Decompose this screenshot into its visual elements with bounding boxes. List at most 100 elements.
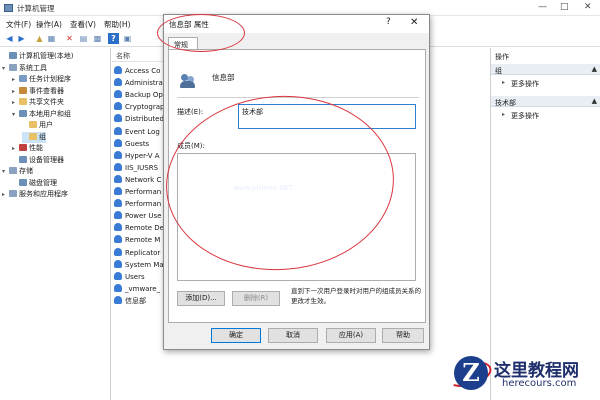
list-item[interactable]: Network C [114,174,161,186]
menu-action[interactable]: 操作(A) [36,19,62,30]
collapse-arrow-icon[interactable]: ▸ [12,74,19,85]
tree-item[interactable]: 设备管理器 [12,155,64,166]
export-icon[interactable]: ▩ [92,33,103,44]
actions-group-header[interactable]: 组 ▲ [491,64,600,75]
tree-item-icon [29,121,37,128]
list-item[interactable]: 信息部 [114,295,146,307]
group-icon [114,259,122,268]
list-item[interactable]: Distributed [114,113,164,125]
list-item[interactable]: Administra [114,77,163,89]
console-tree: 计算机管理(本地) ▾ 系统工具 ▸ 任务计划程序 ▸ 事件查看器 ▸ 共享文件夹 ▾ 本地用户和组… [0,48,111,400]
tree-item-icon [9,167,17,174]
actions-item-header[interactable]: 技术部 ▲ [491,96,600,107]
actions-title: 操作 [491,50,600,61]
tree-item[interactable]: 用户 [22,120,53,131]
list-item[interactable]: Backup Op [114,89,163,101]
group-icon [114,174,122,183]
apply-button[interactable]: 应用(A) [326,328,376,343]
tree-item-label: 磁盘管理 [29,178,57,187]
menu-file[interactable]: 文件(F) [6,19,31,30]
list-item-label: Users [125,272,145,281]
more-actions-link[interactable]: 更多操作 [502,111,539,121]
group-icon [114,66,122,74]
collapse-arrow-icon[interactable]: ▸ [12,97,19,108]
tree-item-label: 服务和应用程序 [19,190,68,198]
tree-item[interactable]: ▸ 共享文件夹 [12,97,64,108]
list-item[interactable]: _vmware_ [114,283,160,295]
list-header-name[interactable]: 名称 [112,48,164,62]
collapse-arrow-icon[interactable]: ▸ [12,143,19,154]
tree-item-icon [9,63,17,71]
list-item-label: IIS_IUSRS [125,163,159,172]
list-item-label: Network C [125,175,162,184]
forward-arrow-icon[interactable]: ▶ [16,33,27,44]
tree-item[interactable]: ▾ 系统工具 [2,63,47,74]
list-item-label: Guests [125,139,150,148]
group-icon [114,114,122,123]
expand-arrow-icon[interactable]: ▾ [12,109,19,120]
tree-item-label: 事件查看器 [29,86,64,95]
list-item[interactable]: System Ma [114,259,164,271]
group-icon [114,283,122,292]
collapse-arrow-icon[interactable]: ▸ [12,86,19,97]
list-item[interactable]: Remote M [114,234,160,246]
list-item[interactable]: Hyper-V A [114,150,160,162]
collapse-arrow-icon: ▲ [591,97,597,105]
tree-item[interactable]: 磁盘管理 [12,178,57,189]
tree-item[interactable]: ▾ 存储 [2,166,33,177]
list-item[interactable]: Performan [114,186,161,198]
list-item[interactable]: Access Co [114,65,160,77]
close-button[interactable]: ✕ [584,2,592,12]
more-actions-link[interactable]: 更多操作 [502,79,539,89]
up-folder-icon[interactable]: ▲ [34,33,45,44]
remove-member-button[interactable]: 删除(R) [232,291,280,306]
tree-item[interactable]: ▸ 服务和应用程序 [2,189,68,200]
list-item[interactable]: Remote De [114,222,164,234]
expand-arrow-icon[interactable]: ▾ [2,166,9,177]
minimize-button[interactable]: — [538,2,547,12]
tree-item-icon [19,109,27,117]
list-item-label: _vmware_ [125,284,161,293]
menu-help[interactable]: 帮助(H) [104,19,131,30]
help-button[interactable]: ? [386,17,391,27]
cancel-button[interactable]: 取消 [268,328,318,343]
collapse-arrow-icon[interactable]: ▸ [2,189,9,200]
maximize-button[interactable]: □ [560,2,569,12]
tree-item-label: 设备管理器 [29,155,64,164]
tree-item-label: 组 [39,132,46,141]
back-arrow-icon[interactable]: ◀ [4,33,15,44]
help-icon[interactable]: ? [108,33,119,44]
view-icon[interactable]: ▣ [122,33,133,44]
group-icon [114,211,122,220]
tree-item[interactable]: ▸ 性能 [12,143,43,154]
list-item[interactable]: Users [114,271,145,283]
list-item[interactable]: Cryptograp [114,101,164,113]
show-tree-icon[interactable]: ▦ [46,33,57,44]
tree-item[interactable]: ▸ 任务计划程序 [12,74,71,85]
group-icon [114,90,122,99]
dialog-close-button[interactable]: ✕ [410,17,418,28]
list-item[interactable]: Replicator [114,247,160,259]
tree-item[interactable]: 计算机管理(本地) [2,51,73,62]
dialog-help-button[interactable]: 帮助 [382,328,424,343]
tree-item-label: 本地用户和组 [29,109,71,118]
list-item[interactable]: Guests [114,138,149,150]
delete-icon[interactable]: ✕ [64,33,75,44]
tree-item-label: 共享文件夹 [29,98,64,106]
list-item[interactable]: Power Use [114,210,161,222]
list-item[interactable]: IIS_IUSRS [114,162,158,174]
tree-item[interactable]: 组 [22,131,46,143]
properties-icon[interactable]: ▤ [78,33,89,44]
ok-button[interactable]: 确定 [211,328,261,343]
menu-view[interactable]: 查看(V) [70,19,96,30]
group-icon [114,235,122,244]
tree-item[interactable]: ▾ 本地用户和组 [12,109,71,120]
tree-item-label: 性能 [29,144,43,152]
list-item[interactable]: Performan [114,198,161,210]
list-item[interactable]: Event Log [114,126,160,138]
add-member-button[interactable]: 添加(D)... [177,291,225,306]
group-icon [114,138,122,147]
tree-item-label: 计算机管理(本地) [19,52,74,60]
tree-item[interactable]: ▸ 事件查看器 [12,86,64,97]
expand-arrow-icon[interactable]: ▾ [2,63,9,74]
